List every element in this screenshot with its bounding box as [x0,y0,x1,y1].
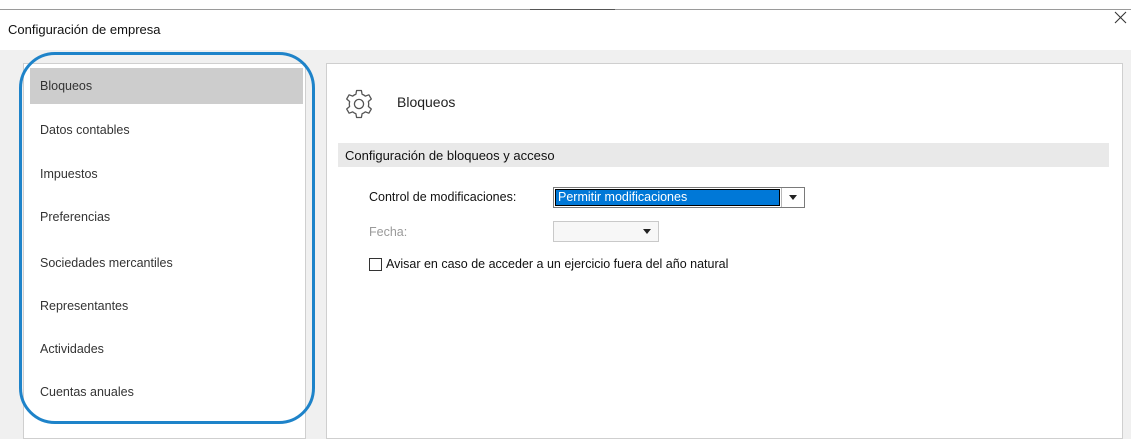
sidebar-item-datos-contables[interactable]: Datos contables [30,112,303,148]
sidebar-item-representantes[interactable]: Representantes [30,288,303,324]
window-title: Configuración de empresa [8,22,161,37]
dropdown-arrow-icon[interactable] [636,222,658,241]
fecha-select[interactable] [553,221,659,242]
sidebar-item-label: Sociedades mercantiles [40,256,173,270]
section-title: Configuración de bloqueos y acceso [345,147,555,163]
sidebar-item-label: Datos contables [40,123,130,137]
sidebar-item-label: Actividades [40,342,104,356]
sidebar-item-label: Impuestos [40,167,98,181]
sidebar-item-preferencias[interactable]: Preferencias [30,199,303,235]
sidebar-item-label: Cuentas anuales [40,385,134,399]
title-bar: Configuración de empresa [0,10,1131,50]
sidebar-item-actividades[interactable]: Actividades [30,331,303,367]
sidebar-item-label: Bloqueos [40,79,93,93]
sidebar-item-sociedades-mercantiles[interactable]: Sociedades mercantiles [30,245,303,281]
settings-panel [326,63,1123,439]
sidebar-item-impuestos[interactable]: Impuestos [30,156,303,192]
avisar-checkbox-label[interactable]: Avisar en caso de acceder a un ejercicio… [386,257,728,271]
sidebar-item-cuentas-anuales[interactable]: Cuentas anuales [30,374,303,410]
sidebar-item-label: Representantes [40,299,129,313]
gear-icon [346,89,372,119]
panel-title: Bloqueos [397,94,456,110]
fecha-label: Fecha: [369,225,408,239]
control-modificaciones-value: Permitir modificaciones [555,189,780,206]
sidebar-item-label: Preferencias [40,210,111,224]
sidebar-item-bloqueos[interactable]: Bloqueos [30,68,303,104]
close-icon[interactable] [1112,7,1130,27]
avisar-checkbox[interactable] [369,258,382,271]
sidebar: Bloqueos Datos contables Impuestos Prefe… [23,63,306,439]
control-modificaciones-label: Control de modificaciones: [369,190,517,204]
control-modificaciones-select[interactable]: Permitir modificaciones [553,187,805,208]
dropdown-arrow-icon[interactable] [781,188,804,207]
section-header: Configuración de bloqueos y acceso [338,143,1109,167]
